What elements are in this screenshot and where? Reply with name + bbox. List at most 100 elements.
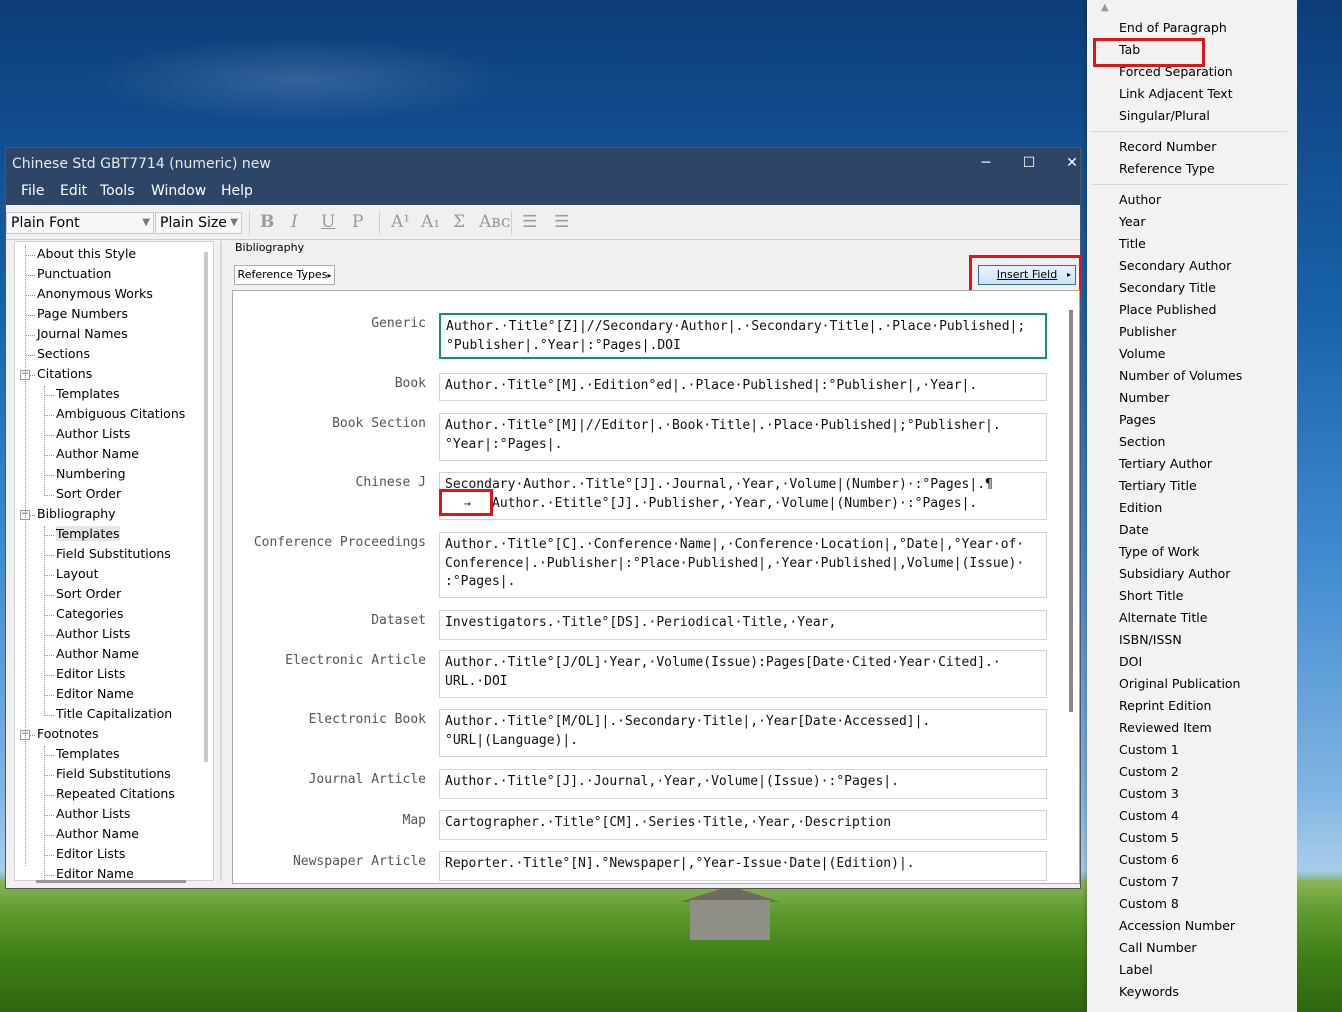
tree-item-sections[interactable]: Sections [37,346,90,361]
tree-item-field-substitutions[interactable]: Field Substitutions [56,546,171,561]
bold-button[interactable]: B [260,212,274,232]
tree-item-ambiguous-citations[interactable]: Ambiguous Citations [56,406,185,421]
menu-item-pages[interactable]: Pages [1119,412,1156,427]
menu-edit[interactable]: Edit [60,183,87,199]
template-field-chinese-j[interactable]: Secondary·Author.·Title°[J].·Journal,·Ye… [439,472,1047,520]
tree-item-editor-name[interactable]: Editor Name [56,866,134,880]
template-field-journal-article[interactable]: Author.·Title°[J].·Journal,·Year,·Volume… [439,769,1047,799]
tree-item-repeated-citations[interactable]: Repeated Citations [56,786,175,801]
close-button[interactable]: ✕ [1054,152,1090,174]
menu-item-end-of-paragraph[interactable]: End of Paragraph [1119,20,1227,35]
menu-item-edition[interactable]: Edition [1119,500,1162,515]
tree-item-author-lists[interactable]: Author Lists [56,426,130,441]
menu-item-number[interactable]: Number [1119,390,1169,405]
scroll-up-icon[interactable]: ▲ [1101,2,1109,13]
template-field-dataset[interactable]: Investigators.·Title°[DS].·Periodical·Ti… [439,610,1047,640]
tree-item-editor-name[interactable]: Editor Name [56,686,134,701]
tree-item-templates[interactable]: Templates [56,386,120,401]
menu-item-reprint-edition[interactable]: Reprint Edition [1119,698,1211,713]
template-field-conference-proceedings[interactable]: Author.·Title°[C].·Conference·Name|,·Con… [439,532,1047,598]
tree-item-templates[interactable]: Templates [56,746,120,761]
template-field-electronic-article[interactable]: Author.·Title°[J/OL]·Year,·Volume(Issue)… [439,650,1047,698]
tree-item-page-numbers[interactable]: Page Numbers [37,306,128,321]
menu-item-secondary-title[interactable]: Secondary Title [1119,280,1216,295]
menu-item-alternate-title[interactable]: Alternate Title [1119,610,1207,625]
menu-item-number-of-volumes[interactable]: Number of Volumes [1119,368,1242,383]
template-field-map[interactable]: Cartographer.·Title°[CM].·Series·Title,·… [439,810,1047,840]
maximize-button[interactable]: ☐ [1011,152,1047,174]
tree-item-editor-lists[interactable]: Editor Lists [56,666,125,681]
menu-item-short-title[interactable]: Short Title [1119,588,1183,603]
tree-horizontal-scrollbar[interactable] [36,880,186,883]
menu-item-custom-6[interactable]: Custom 6 [1119,852,1179,867]
tree-item-numbering[interactable]: Numbering [56,466,126,481]
menu-item-label[interactable]: Label [1119,962,1153,977]
tree-item-bibliography[interactable]: Bibliography [37,506,116,521]
menu-item-type-of-work[interactable]: Type of Work [1119,544,1199,559]
menu-help[interactable]: Help [221,183,253,199]
menu-item-keywords[interactable]: Keywords [1119,984,1179,999]
tree-item-editor-lists[interactable]: Editor Lists [56,846,125,861]
italic-button[interactable]: I [291,212,298,232]
superscript-button[interactable]: A¹ [391,212,410,232]
menu-file[interactable]: File [21,183,44,199]
tree-item-sort-order[interactable]: Sort Order [56,486,121,501]
size-select[interactable]: Plain Size ▼ [155,212,242,234]
menu-item-link-adjacent-text[interactable]: Link Adjacent Text [1119,86,1233,101]
tree-item-author-lists[interactable]: Author Lists [56,806,130,821]
menu-item-tertiary-author[interactable]: Tertiary Author [1119,456,1212,471]
tree-item-footnotes[interactable]: Footnotes [37,726,99,741]
align-left-button[interactable]: ☰ [522,212,537,232]
menu-item-subsidiary-author[interactable]: Subsidiary Author [1119,566,1230,581]
menu-item-title[interactable]: Title [1119,236,1146,251]
templates-scrollbar[interactable] [1069,310,1073,712]
tree-item-punctuation[interactable]: Punctuation [37,266,111,281]
menu-item-custom-1[interactable]: Custom 1 [1119,742,1179,757]
tree-item-categories[interactable]: Categories [56,606,123,621]
symbol-button[interactable]: Σ [453,212,465,232]
menu-item-reviewed-item[interactable]: Reviewed Item [1119,720,1212,735]
template-field-newspaper-article[interactable]: Reporter.·Title°[N].°Newspaper|,°Year-Is… [439,851,1047,881]
menu-item-reference-type[interactable]: Reference Type [1119,161,1215,176]
justify-button[interactable]: ☰ [554,212,569,232]
menu-item-custom-5[interactable]: Custom 5 [1119,830,1179,845]
menu-item-section[interactable]: Section [1119,434,1165,449]
pane-splitter[interactable] [220,241,222,881]
menu-item-volume[interactable]: Volume [1119,346,1166,361]
subscript-button[interactable]: A₁ [421,212,440,232]
menu-item-date[interactable]: Date [1119,522,1149,537]
plain-button[interactable]: P [352,212,363,232]
tree-item-author-lists[interactable]: Author Lists [56,626,130,641]
underline-button[interactable]: U [321,212,335,232]
menu-item-author[interactable]: Author [1119,192,1161,207]
menu-window[interactable]: Window [151,183,206,199]
tree-scrollbar[interactable] [204,252,208,762]
menu-item-original-publication[interactable]: Original Publication [1119,676,1240,691]
menu-item-call-number[interactable]: Call Number [1119,940,1197,955]
menu-item-custom-8[interactable]: Custom 8 [1119,896,1179,911]
menu-item-custom-7[interactable]: Custom 7 [1119,874,1179,889]
menu-item-accession-number[interactable]: Accession Number [1119,918,1235,933]
font-select[interactable]: Plain Font ▼ [6,212,154,234]
template-field-generic[interactable]: Author.·Title°[Z]|//Secondary·Author|.·S… [439,313,1047,359]
template-field-electronic-book[interactable]: Author.·Title°[M/OL]|.·Secondary·Title|,… [439,709,1047,757]
tree-item-field-substitutions[interactable]: Field Substitutions [56,766,171,781]
reference-types-button[interactable]: Reference Types▸ [234,265,335,285]
tree-item-author-name[interactable]: Author Name [56,446,139,461]
menu-item-isbn-issn[interactable]: ISBN/ISSN [1119,632,1182,647]
menu-item-year[interactable]: Year [1119,214,1145,229]
menu-item-tertiary-title[interactable]: Tertiary Title [1119,478,1197,493]
tree-item-about-this-style[interactable]: About this Style [37,246,136,261]
menu-item-custom-3[interactable]: Custom 3 [1119,786,1179,801]
smallcaps-button[interactable]: Aʙᴄ [479,212,510,232]
menu-item-doi[interactable]: DOI [1119,654,1142,669]
tree-item-templates[interactable]: Templates [56,526,120,541]
title-bar[interactable]: Chinese Std GBT7714 (numeric) new ─ ☐ ✕ [6,148,1080,180]
tree-item-author-name[interactable]: Author Name [56,646,139,661]
tree-item-journal-names[interactable]: Journal Names [37,326,128,341]
template-field-book[interactable]: Author.·Title°[M].·Edition°ed|.·Place·Pu… [439,373,1047,401]
menu-item-place-published[interactable]: Place Published [1119,302,1216,317]
menu-item-record-number[interactable]: Record Number [1119,139,1216,154]
tree-item-layout[interactable]: Layout [56,566,99,581]
template-field-book-section[interactable]: Author.·Title°[M]|//Editor|.·Book·Title|… [439,413,1047,461]
